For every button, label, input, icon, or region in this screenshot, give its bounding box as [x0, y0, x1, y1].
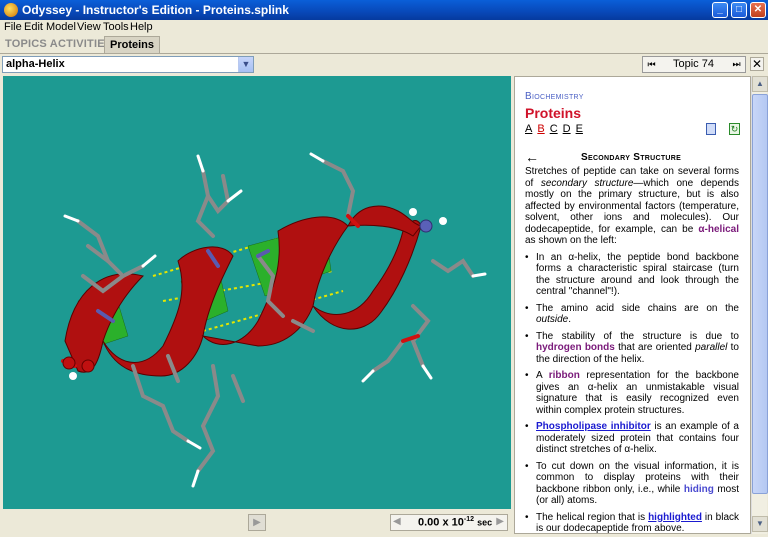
menu-tools[interactable]: Tools	[103, 21, 129, 33]
page-link-c[interactable]: C	[550, 123, 558, 135]
intro-paragraph: Stretches of peptide can take on several…	[525, 166, 739, 246]
tab-proteins[interactable]: Proteins	[104, 36, 161, 53]
next-topic-icon[interactable]: ⏭	[730, 58, 743, 71]
panel-title: Proteins	[525, 105, 582, 121]
highlighted-link[interactable]: highlighted	[648, 512, 702, 523]
panel-category: Biochemistry	[525, 91, 584, 102]
panel-scrollbar[interactable]: ▲ ▼	[751, 76, 768, 534]
hydrogen-bonds-keyword[interactable]: hydrogen bonds	[536, 342, 615, 353]
molecule-viewer[interactable]	[3, 76, 511, 509]
menu-file[interactable]: File	[4, 21, 22, 33]
scroll-down-icon[interactable]: ▼	[752, 516, 768, 532]
scroll-thumb[interactable]	[752, 94, 768, 494]
app-icon	[4, 3, 18, 17]
menu-model[interactable]: Model	[46, 21, 76, 33]
alpha-helical-keyword[interactable]: α-helical	[698, 224, 739, 235]
list-item: A ribbon representation for the backbone…	[525, 370, 739, 416]
page-link-b[interactable]: B	[537, 123, 544, 135]
ribbon-keyword[interactable]: ribbon	[549, 370, 580, 381]
chevron-down-icon[interactable]: ▼	[238, 57, 253, 72]
close-panel-icon[interactable]: ✕	[750, 57, 764, 71]
toolbar: alpha-Helix ▼ ⏮ Topic 74 ⏭ ✕	[0, 54, 768, 75]
panel-body: Stretches of peptide can take on several…	[525, 166, 739, 534]
topic-label: Topic 74	[673, 58, 714, 70]
window-title: Odyssey - Instructor's Edition - Protein…	[22, 3, 289, 17]
list-item: To cut down on the visual information, i…	[525, 461, 739, 507]
menu-help[interactable]: Help	[130, 21, 153, 33]
page-link-a[interactable]: A	[525, 123, 532, 135]
list-item: The helical region that is highlighted i…	[525, 512, 739, 534]
close-button[interactable]: ✕	[750, 2, 766, 18]
time-control: ◀ 0.00 x 10-12 sec ▶	[390, 514, 508, 531]
model-select-value: alpha-Helix	[6, 58, 65, 70]
tab-topics-activities[interactable]: TOPICS ACTIVITIES	[5, 38, 112, 50]
list-item: In an α-helix, the peptide bond backbone…	[525, 252, 739, 298]
maximize-button[interactable]: □	[731, 2, 747, 18]
time-readout: 0.00 x 10-12 sec	[418, 516, 493, 529]
section-title: Secondary Structure	[581, 152, 682, 163]
refresh-icon[interactable]: ↻	[729, 123, 740, 135]
scroll-up-icon[interactable]: ▲	[752, 76, 768, 92]
page-link-e[interactable]: E	[576, 123, 583, 135]
list-item: Phospholipase inhibitor is an example of…	[525, 421, 739, 456]
playback-bar: ▶ ◀ 0.00 x 10-12 sec ▶	[0, 510, 512, 537]
alpha-helix-model	[61, 152, 487, 488]
first-topic-icon[interactable]: ⏮	[645, 58, 658, 71]
topic-panel: Biochemistry Proteins ABCDE ↻ ← Secondar…	[514, 76, 751, 534]
model-select[interactable]: alpha-Helix ▼	[2, 56, 254, 73]
phospholipase-link[interactable]: Phospholipase inhibitor	[536, 421, 651, 432]
play-button[interactable]: ▶	[248, 514, 266, 531]
page-link-d[interactable]: D	[563, 123, 571, 135]
menu-view[interactable]: View	[77, 21, 101, 33]
list-item: The amino acid side chains are on the ou…	[525, 303, 739, 326]
rewind-icon[interactable]: ◀	[393, 516, 401, 527]
back-arrow-icon[interactable]: ←	[525, 149, 539, 165]
menu-bar: File Edit Model View Tools Help	[0, 20, 768, 35]
menu-edit[interactable]: Edit	[24, 21, 43, 33]
hiding-keyword[interactable]: hiding	[684, 484, 714, 495]
title-bar: Odyssey - Instructor's Edition - Protein…	[0, 0, 768, 20]
list-item: The stability of the structure is due to…	[525, 331, 739, 366]
tab-bar: TOPICS ACTIVITIES Proteins	[0, 35, 768, 54]
minimize-button[interactable]: _	[712, 2, 728, 18]
page-letters: ABCDE	[525, 123, 588, 135]
forward-icon[interactable]: ▶	[496, 516, 504, 527]
topic-navigator: ⏮ Topic 74 ⏭	[642, 56, 746, 73]
document-icon[interactable]	[706, 123, 716, 135]
